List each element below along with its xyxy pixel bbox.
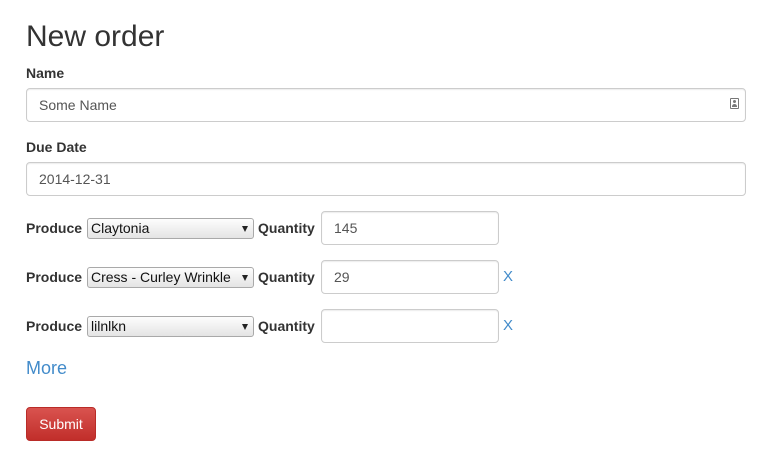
remove-row-link[interactable]: X [503,317,513,335]
name-label: Name [26,65,65,81]
produce-label: Produce [26,220,83,236]
produce-select[interactable]: lilnlkn [87,316,254,337]
quantity-label: Quantity [258,269,315,285]
produce-label: Produce [26,269,83,285]
produce-select-value: Claytonia [91,220,150,236]
produce-select[interactable]: Cress - Curley Wrinkle [87,267,254,288]
more-link[interactable]: More [26,357,67,379]
contact-card-icon[interactable] [730,98,739,109]
produce-label: Produce [26,318,83,334]
submit-button[interactable]: Submit [26,407,96,441]
produce-select-value: Cress - Curley Wrinkle [91,269,231,285]
dropdown-arrow-icon [242,275,248,281]
due-date-input[interactable]: 2014-12-31 [26,162,746,196]
quantity-input[interactable]: 29 [321,260,499,294]
name-input-value: Some Name [39,97,117,113]
quantity-input-value: 29 [334,269,350,285]
page-title: New order [26,20,165,53]
quantity-label: Quantity [258,220,315,236]
remove-row-link[interactable]: X [503,268,513,286]
quantity-input[interactable]: 145 [321,211,499,245]
due-date-label: Due Date [26,139,87,155]
quantity-input[interactable] [321,309,499,343]
name-input[interactable]: Some Name [26,88,746,122]
dropdown-arrow-icon [242,226,248,232]
produce-select-value: lilnlkn [91,318,127,334]
quantity-input-value: 145 [334,220,358,236]
dropdown-arrow-icon [242,324,248,330]
quantity-label: Quantity [258,318,315,334]
produce-select[interactable]: Claytonia [87,218,254,239]
due-date-input-value: 2014-12-31 [39,171,111,187]
